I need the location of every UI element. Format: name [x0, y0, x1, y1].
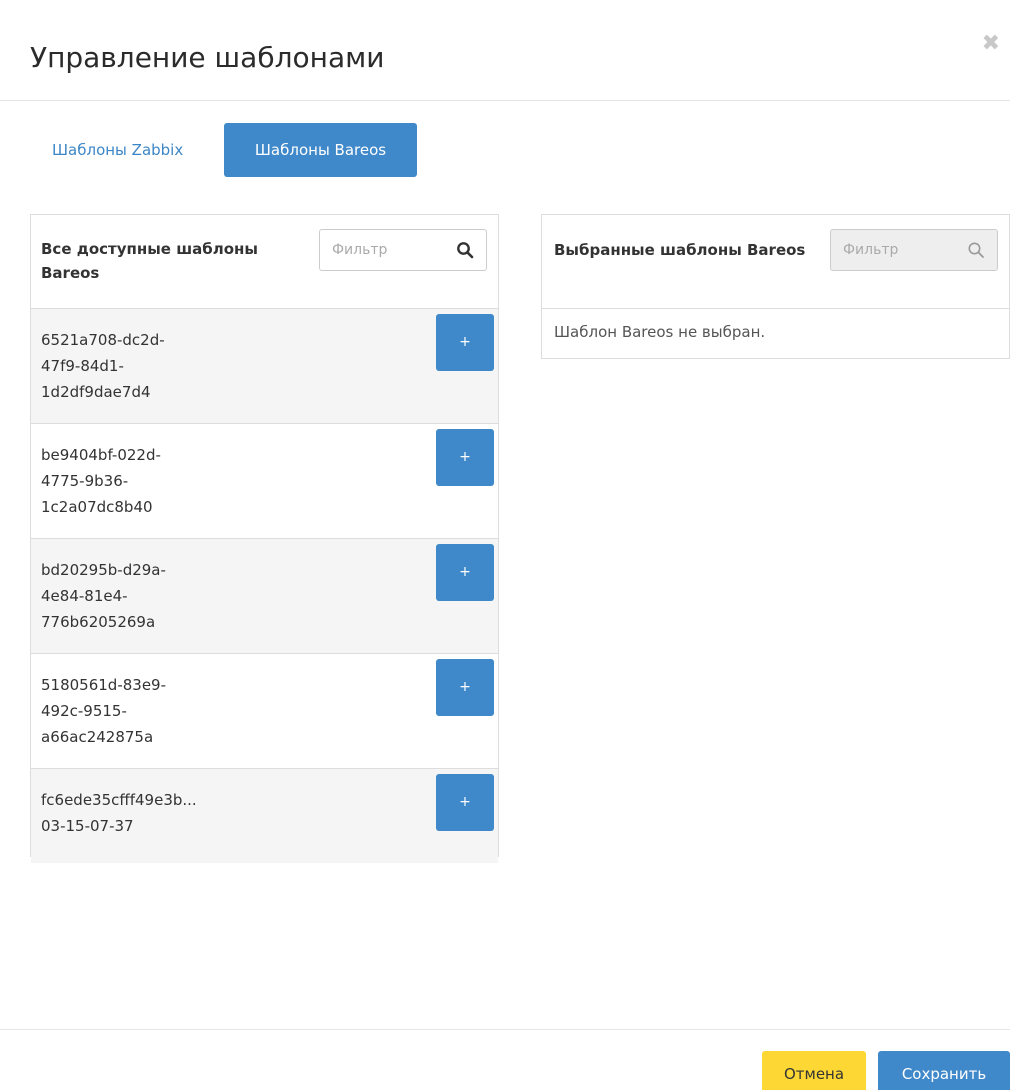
- available-filter-input[interactable]: [320, 230, 452, 270]
- selected-templates-panel: Выбранные шаблоны Bareos Шаблон Bareos н…: [541, 214, 1010, 359]
- no-template-selected-message: Шаблон Bareos не выбран.: [554, 323, 766, 341]
- cancel-button[interactable]: Отмена: [762, 1051, 866, 1090]
- template-row: be9404bf-022d- 4775-9b36- 1c2a07dc8b40 +: [31, 424, 498, 539]
- template-row: bd20295b-d29a- 4e84-81e4- 776b6205269a +: [31, 539, 498, 654]
- template-id: 5180561d-83e9- 492c-9515- a66ac242875a: [41, 676, 167, 746]
- selected-filter: [830, 229, 998, 271]
- selected-templates-header: Выбранные шаблоны Bareos: [542, 215, 1009, 309]
- add-template-button[interactable]: +: [436, 314, 494, 371]
- template-row: fc6ede35cfff49e3b... 03-15-07-37 +: [31, 769, 498, 863]
- search-icon[interactable]: [967, 241, 985, 259]
- selected-filter-input[interactable]: [831, 230, 963, 270]
- tab-bareos-templates[interactable]: Шаблоны Bareos: [224, 123, 417, 177]
- close-icon[interactable]: ✖: [982, 32, 1000, 56]
- modal-footer: Отмена Сохранить: [0, 1029, 1010, 1090]
- add-template-button[interactable]: +: [436, 774, 494, 831]
- add-template-button[interactable]: +: [436, 429, 494, 486]
- selected-templates-title: Выбранные шаблоны Bareos: [554, 241, 806, 259]
- save-button[interactable]: Сохранить: [878, 1051, 1010, 1090]
- template-id: be9404bf-022d- 4775-9b36- 1c2a07dc8b40: [41, 446, 161, 516]
- add-template-button[interactable]: +: [436, 544, 494, 601]
- template-row: 6521a708-dc2d- 47f9-84d1- 1d2df9dae7d4 +: [31, 309, 498, 424]
- available-filter: [319, 229, 487, 271]
- add-template-button[interactable]: +: [436, 659, 494, 716]
- template-row: 5180561d-83e9- 492c-9515- a66ac242875a +: [31, 654, 498, 769]
- template-id: 6521a708-dc2d- 47f9-84d1- 1d2df9dae7d4: [41, 331, 165, 401]
- tab-zabbix-templates[interactable]: Шаблоны Zabbix: [30, 123, 224, 177]
- manage-templates-modal: Управление шаблонами ✖ Шаблоны Zabbix Ша…: [0, 0, 1010, 1090]
- template-id: fc6ede35cfff49e3b... 03-15-07-37: [41, 791, 197, 835]
- available-templates-header: Все доступные шаблоны Bareos: [31, 215, 498, 309]
- modal-header: Управление шаблонами ✖: [0, 0, 1010, 101]
- search-icon[interactable]: [456, 241, 474, 259]
- available-templates-list: 6521a708-dc2d- 47f9-84d1- 1d2df9dae7d4 +…: [31, 309, 498, 863]
- available-templates-panel: Все доступные шаблоны Bareos 6521a708-dc…: [30, 214, 499, 863]
- template-id: bd20295b-d29a- 4e84-81e4- 776b6205269a: [41, 561, 166, 631]
- available-templates-title: Все доступные шаблоны Bareos: [41, 240, 258, 282]
- modal-title: Управление шаблонами: [30, 41, 385, 74]
